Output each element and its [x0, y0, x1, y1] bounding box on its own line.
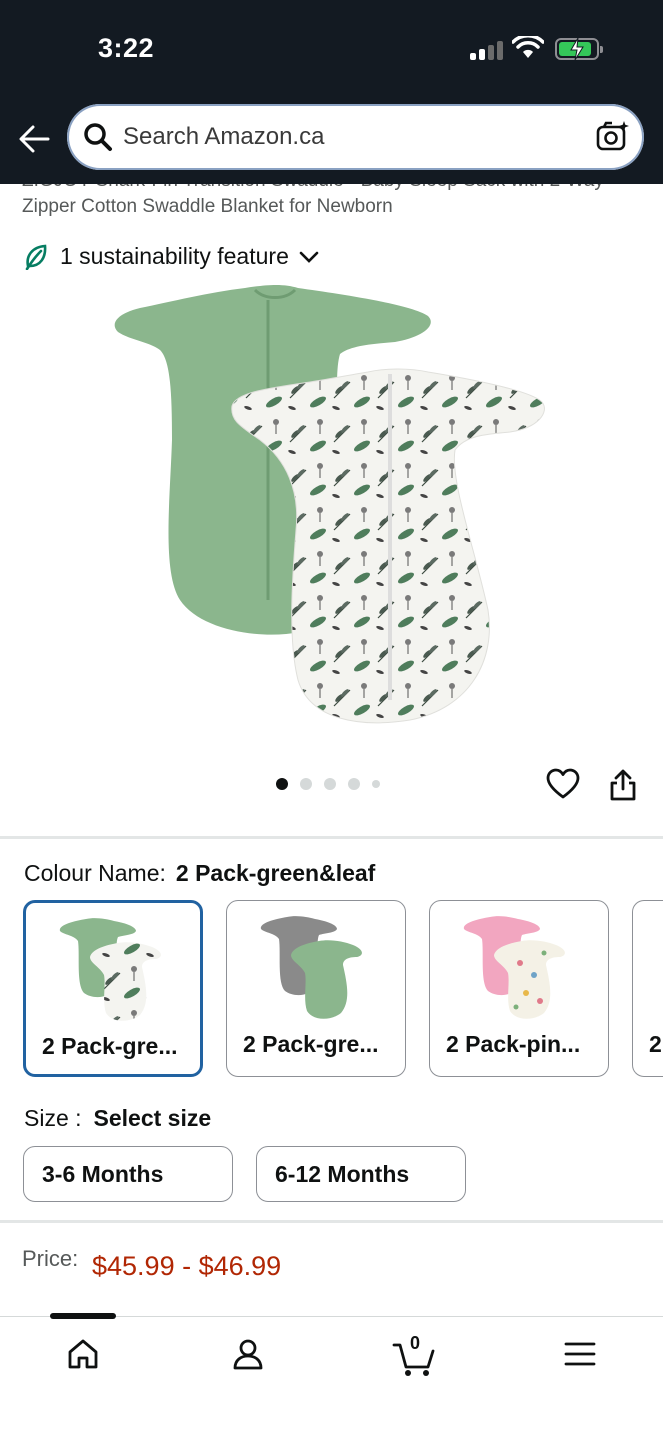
cart-button[interactable]: 0: [392, 1333, 436, 1377]
battery-icon: [555, 38, 603, 60]
size-row: Size : Select size: [24, 1105, 211, 1132]
colour-name-row: Colour Name: 2 Pack-green&leaf: [24, 860, 375, 887]
size-option-3-6-months[interactable]: 3-6 Months: [23, 1146, 233, 1202]
chevron-down-icon: [299, 251, 319, 263]
swatch-label: 2 Pack-gre...: [243, 1031, 379, 1057]
image-carousel-dots[interactable]: [276, 778, 380, 790]
divider: [0, 836, 663, 839]
swatch-thumbnail: [260, 916, 362, 1019]
search-input[interactable]: [123, 120, 563, 154]
bottom-nav: 0: [0, 1313, 663, 1440]
signal-icon: [470, 40, 504, 60]
product-image[interactable]: [110, 280, 555, 730]
back-arrow-icon[interactable]: [18, 124, 50, 154]
sustainability-feature[interactable]: 1 sustainability feature: [24, 243, 319, 270]
colour-option-green-leaf[interactable]: 2 Pack-gre...: [23, 900, 203, 1077]
swatch-thumbnail: [463, 916, 565, 1019]
sustainability-label: 1 sustainability feature: [60, 243, 289, 269]
carousel-dot[interactable]: [372, 780, 380, 788]
share-icon[interactable]: [608, 768, 638, 802]
camera-icon[interactable]: [596, 120, 630, 154]
swatch-label: 2: [649, 1031, 662, 1057]
swatch-label: 2 Pack-gre...: [42, 1033, 178, 1059]
wifi-icon: [512, 36, 544, 58]
home-icon[interactable]: [66, 1337, 100, 1371]
size-label: Size :: [24, 1105, 82, 1131]
price-value: $45.99 - $46.99: [92, 1251, 282, 1281]
search-bar[interactable]: [67, 104, 644, 170]
swatch-thumbnail: [59, 918, 161, 1021]
search-icon[interactable]: [83, 122, 113, 152]
status-time: 3:22: [98, 33, 155, 63]
heart-icon[interactable]: [546, 768, 580, 800]
header: 3:22: [0, 0, 663, 184]
colour-option-pink-floral[interactable]: 2 Pack-pin...: [429, 900, 609, 1077]
colour-option-partial[interactable]: 2: [632, 900, 663, 1077]
price-label: Price:: [22, 1246, 79, 1271]
divider: [0, 1220, 663, 1223]
size-prompt: Select size: [93, 1105, 212, 1131]
carousel-dot[interactable]: [276, 778, 288, 790]
carousel-dot[interactable]: [300, 778, 312, 790]
size-option-6-12-months[interactable]: 6-12 Months: [256, 1146, 466, 1202]
leaf-icon: [25, 244, 47, 270]
carousel-dot[interactable]: [348, 778, 360, 790]
colour-selected-value: 2 Pack-green&leaf: [175, 860, 376, 886]
nav-active-indicator: [50, 1313, 116, 1319]
colour-option-grey-green[interactable]: 2 Pack-gre...: [226, 900, 406, 1077]
menu-icon[interactable]: [564, 1341, 596, 1367]
swatch-label: 2 Pack-pin...: [446, 1031, 581, 1057]
account-icon[interactable]: [231, 1337, 265, 1371]
cart-count: 0: [410, 1333, 421, 1353]
carousel-dot[interactable]: [324, 778, 336, 790]
colour-label: Colour Name:: [24, 860, 166, 886]
